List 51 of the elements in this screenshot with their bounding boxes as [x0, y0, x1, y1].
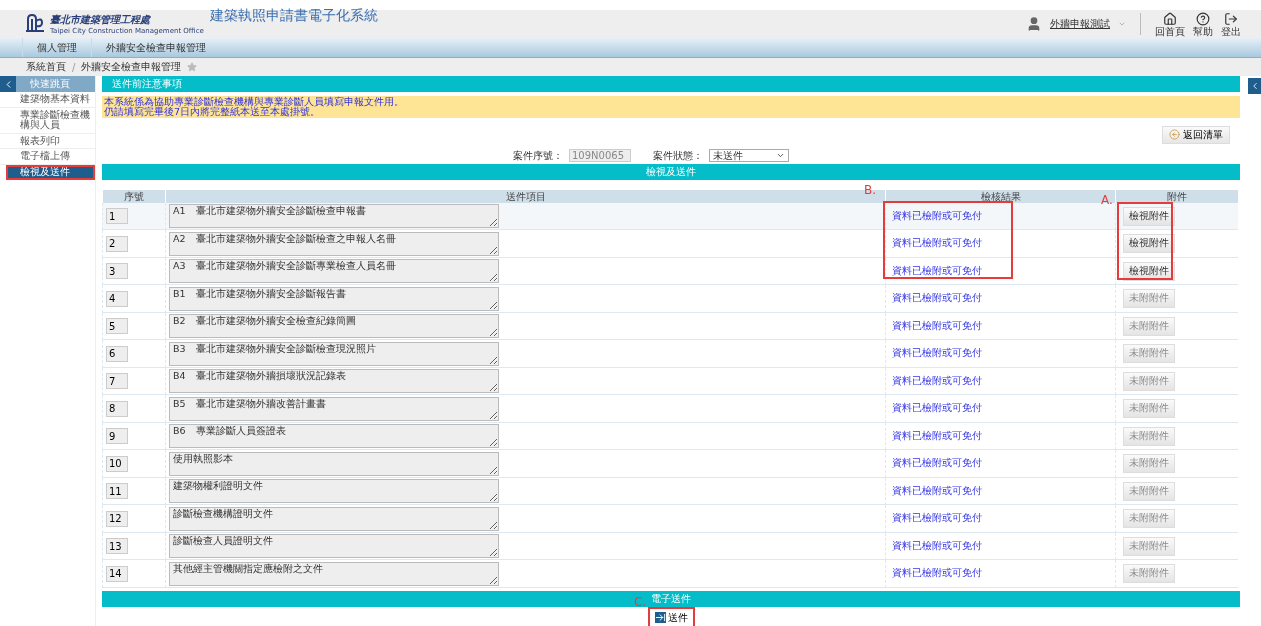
logout-button[interactable]: 登出 [1221, 11, 1241, 37]
sidebar-item[interactable]: 專業診斷檢查機構與人員 [0, 107, 95, 134]
case-status-label: 案件狀態： [653, 148, 703, 163]
breadcrumb-link[interactable]: 外牆安全檢查申報管理 [81, 60, 182, 74]
send-button[interactable]: 送件 [650, 609, 692, 626]
user-link[interactable]: 外牆申報測試 [1050, 17, 1110, 31]
item-field[interactable]: A1 臺北市建築物外牆安全診斷檢查申報書 [169, 204, 499, 229]
sidebar-item[interactable]: 電子檔上傳 [0, 149, 95, 165]
star-icon[interactable] [187, 62, 198, 72]
nav-tab[interactable]: 外牆安全檢查申報管理 [91, 38, 220, 57]
nav-tab[interactable]: 個人管理 [22, 38, 91, 57]
attachment-button[interactable]: 檢視附件 [1123, 234, 1175, 254]
help-icon [1196, 11, 1210, 26]
result-link[interactable]: 資料已檢附或可免付 [889, 264, 982, 278]
item-field[interactable]: A2 臺北市建築物外牆安全診斷檢查之申報人名冊 [169, 231, 499, 256]
system-title: 建築執照申請書電子化系統 [209, 7, 378, 25]
case-number-label: 案件序號： [513, 148, 563, 163]
section-header: 檢視及送件 [102, 163, 1240, 180]
sidebar-item[interactable]: 報表列印 [0, 133, 95, 149]
home-button[interactable]: 回首頁 [1155, 11, 1185, 37]
logout-icon [1224, 11, 1238, 26]
help-button[interactable]: 幫助 [1193, 11, 1213, 37]
case-status-select[interactable]: 未送件 [709, 149, 789, 163]
back-button[interactable]: 返回清單 [1162, 125, 1230, 144]
org-name: 臺北市建築管理工程處 [50, 13, 152, 27]
annotation-label: B. [864, 183, 877, 197]
notice-text: 本系統係為協助專業診斷檢查機構與專業診斷人員填寫申報文件用。 [104, 97, 405, 107]
number-field[interactable]: 1 [106, 208, 128, 225]
caret-icon [1118, 20, 1126, 28]
number-field[interactable]: 3 [106, 263, 128, 280]
result-link[interactable]: 資料已檢附或可免付 [889, 237, 982, 251]
sidebar-title: 快速跳頁 [30, 77, 70, 91]
sidebar-item[interactable]: 建築物基本資料 [0, 92, 95, 108]
collapse-button[interactable] [1248, 78, 1261, 94]
home-icon [1163, 11, 1177, 26]
breadcrumb-separator: / [72, 61, 76, 73]
notice-text: 仍請填寫完畢後7日內將完整紙本送至本處掛號。 [104, 106, 321, 117]
column-header: 附件 [1115, 189, 1238, 203]
section-header: 送件前注意事項 [102, 76, 1240, 92]
result-link[interactable]: 資料已檢附或可免付 [889, 209, 982, 223]
breadcrumb-link[interactable]: 系統首頁 [26, 60, 66, 74]
attachment-button[interactable]: 檢視附件 [1123, 206, 1175, 226]
number-field[interactable]: 2 [106, 235, 128, 252]
logo-icon [24, 13, 46, 33]
column-header: 序號 [102, 189, 165, 203]
user-icon [1026, 16, 1042, 32]
collapse-button[interactable] [0, 76, 16, 92]
annotation-label: A. [1101, 193, 1113, 207]
annotation-label: C. [634, 595, 647, 609]
send-icon [654, 612, 666, 624]
item-field[interactable]: A3 臺北市建築物外牆安全診斷專業檢查人員名冊 [169, 259, 499, 284]
